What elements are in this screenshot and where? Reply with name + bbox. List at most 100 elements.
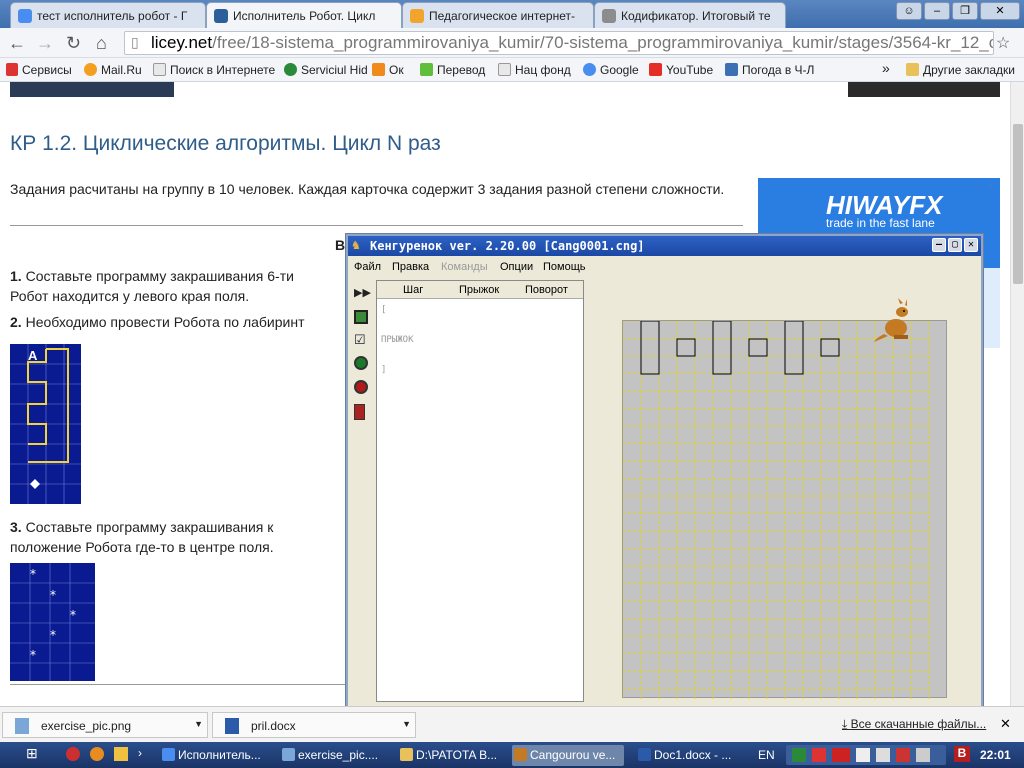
grid-label: А xyxy=(28,348,38,363)
bookmark-weather[interactable]: Погода в Ч-Л xyxy=(725,63,814,77)
kangaroo-titlebar[interactable]: ♞ Кенгуренок ver. 2.20.00 [Cang0001.cng]… xyxy=(348,236,981,256)
minimize-icon[interactable]: – xyxy=(924,2,950,20)
menu-edit[interactable]: Правка xyxy=(392,261,429,273)
header-image xyxy=(10,82,174,97)
url-path: /free/18-sistema_programmirovaniya_kumir… xyxy=(212,33,994,52)
close-icon[interactable]: ✕ xyxy=(980,2,1020,20)
language-indicator[interactable]: EN xyxy=(758,748,775,762)
expand-icon[interactable]: › xyxy=(138,746,142,760)
tray-icon[interactable] xyxy=(876,748,890,762)
bookmark-natsfond[interactable]: Нац фонд xyxy=(498,63,571,77)
kangaroo-field xyxy=(586,280,979,702)
tray-icon[interactable] xyxy=(792,748,806,762)
ad-close-icon[interactable]: ⓘ ✕ xyxy=(972,178,995,194)
taskbar-item[interactable]: exercise_pic.... xyxy=(280,745,390,766)
code-line: ] xyxy=(381,365,387,375)
check-icon[interactable]: ☑ xyxy=(354,332,368,347)
mailru-icon xyxy=(84,63,97,76)
tab-test[interactable]: тест исполнитель робот - Г xyxy=(10,2,206,28)
cmd-turn[interactable]: Поворот xyxy=(525,284,568,296)
kangaroo-app-icon: ♞ xyxy=(352,238,360,253)
board-svg xyxy=(622,320,930,699)
kangaroo-window: ♞ Кенгуренок ver. 2.20.00 [Cang0001.cng]… xyxy=(346,234,983,711)
download-item[interactable]: pril.docx ▼ xyxy=(212,712,416,738)
home-icon[interactable]: ⌂ xyxy=(96,33,107,54)
bookmarks-bar: Сервисы Mail.Ru Поиск в Интернете Servic… xyxy=(0,58,1024,82)
maze-svg xyxy=(10,344,81,504)
cmd-step[interactable]: Шаг xyxy=(403,284,423,296)
start-icon[interactable]: ⊞ xyxy=(26,745,38,762)
task1-text: 1. Составьте программу закрашивания 6-ти xyxy=(10,266,294,286)
bookmark-youtube[interactable]: YouTube xyxy=(649,63,713,77)
taskbar-item[interactable]: Исполнитель... xyxy=(160,745,270,766)
download-item[interactable]: exercise_pic.png ▼ xyxy=(2,712,208,738)
forward-icon[interactable]: → xyxy=(36,33,54,54)
tab-label: Исполнитель Робот. Цикл xyxy=(233,9,376,23)
bookmark-apps[interactable]: Сервисы xyxy=(6,63,72,77)
svg-text:*: * xyxy=(30,648,36,662)
page-icon: ▯ xyxy=(131,34,139,50)
google-icon xyxy=(583,63,596,76)
tab-robot[interactable]: Исполнитель Робот. Цикл xyxy=(206,2,402,28)
ad-subtitle: trade in the fast lane xyxy=(826,216,935,230)
exit-icon[interactable] xyxy=(354,404,365,420)
tab-ped[interactable]: Педагогическое интернет- xyxy=(402,2,594,28)
tray-icon[interactable] xyxy=(812,748,826,762)
volume-icon[interactable] xyxy=(916,748,930,762)
run-icon[interactable]: ▶▶ xyxy=(354,286,371,300)
chevron-down-icon[interactable]: ▼ xyxy=(194,719,203,729)
close-icon[interactable]: ✕ xyxy=(1000,716,1011,732)
quicklaunch-icon[interactable] xyxy=(66,747,80,761)
toolbar: ← → ↻ ⌂ ▯ licey.net/free/18-sistema_prog… xyxy=(0,28,1024,58)
taskbar-item[interactable]: Doc1.docx - ... xyxy=(636,745,746,766)
close-icon[interactable]: ✕ xyxy=(964,238,978,252)
taskbar-item[interactable]: D:\PATOTA B... xyxy=(398,745,508,766)
tray-icon[interactable] xyxy=(832,748,850,762)
back-icon[interactable]: ← xyxy=(8,33,26,54)
maximize-icon[interactable]: ▢ xyxy=(948,238,962,252)
chevron-down-icon[interactable]: ▼ xyxy=(402,719,411,729)
menu-options[interactable]: Опции xyxy=(500,261,533,273)
bookmark-label: Google xyxy=(600,63,639,77)
menu-help[interactable]: Помощь xyxy=(543,261,586,273)
cmd-jump[interactable]: Прыжок xyxy=(459,284,499,296)
red-light-icon[interactable] xyxy=(354,380,368,394)
reload-icon[interactable]: ↻ xyxy=(66,33,81,54)
stars-image: * * * * * xyxy=(10,563,95,681)
bookmark-google[interactable]: Google xyxy=(583,63,639,77)
quicklaunch-icon[interactable] xyxy=(90,747,104,761)
bookmark-ok[interactable]: Ок xyxy=(372,63,404,77)
minimize-icon[interactable]: – xyxy=(932,238,946,252)
user-icon[interactable]: ☺ xyxy=(896,2,922,20)
download-name: pril.docx xyxy=(251,719,296,733)
program-editor[interactable]: [ ПРЫЖОК ] xyxy=(381,303,414,378)
youtube-icon xyxy=(649,63,662,76)
tray-b-icon[interactable]: B xyxy=(954,746,970,762)
tab-label: Кодификатор. Итоговый те xyxy=(621,9,771,23)
quicklaunch-icon[interactable] xyxy=(114,747,128,761)
url-domain: licey.net xyxy=(151,33,213,52)
bookmark-other[interactable]: Другие закладки xyxy=(906,63,1015,77)
green-light-icon[interactable] xyxy=(354,356,368,370)
bookmark-label: Serviciul Hid xyxy=(301,63,368,77)
bookmark-serviciul[interactable]: Serviciul Hid xyxy=(284,63,368,77)
clock[interactable]: 22:01 xyxy=(980,748,1011,762)
bookmark-mailru[interactable]: Mail.Ru xyxy=(84,63,142,77)
more-bookmarks-icon[interactable]: » xyxy=(882,60,890,76)
url-bar[interactable]: ▯ licey.net/free/18-sistema_programmirov… xyxy=(124,31,994,55)
step-icon[interactable] xyxy=(354,310,368,324)
scroll-thumb[interactable] xyxy=(1013,124,1023,284)
menu-file[interactable]: Файл xyxy=(354,261,381,273)
bookmark-search[interactable]: Поиск в Интернете xyxy=(153,63,275,77)
maximize-icon[interactable]: ❐ xyxy=(952,2,978,20)
tray-icon[interactable] xyxy=(856,748,870,762)
page-scrollbar[interactable] xyxy=(1010,82,1024,706)
tab-kodif[interactable]: Кодификатор. Итоговый те xyxy=(594,2,786,28)
menu-commands[interactable]: Команды xyxy=(441,261,488,273)
bookmark-translate[interactable]: Перевод xyxy=(420,63,485,77)
star-icon[interactable]: ☆ xyxy=(996,33,1010,53)
drawing-board xyxy=(622,320,947,699)
tray-icon[interactable] xyxy=(896,748,910,762)
taskbar-item[interactable]: Cangourou ve... xyxy=(512,745,624,766)
all-downloads-link[interactable]: ⤓ Все скачанные файлы... xyxy=(842,717,986,732)
